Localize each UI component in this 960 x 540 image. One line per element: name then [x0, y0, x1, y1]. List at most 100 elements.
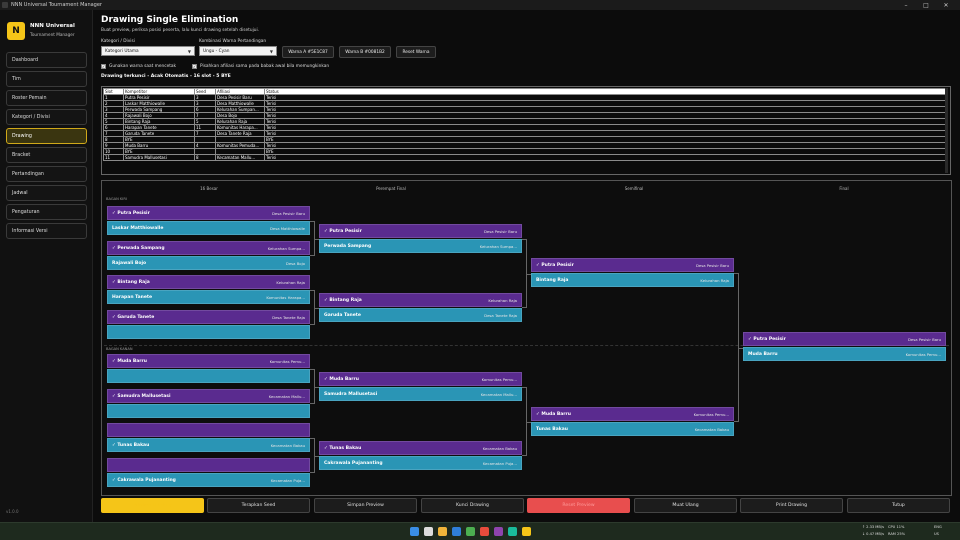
match-slot[interactable]	[107, 404, 310, 418]
app-icon-red[interactable]	[480, 527, 489, 536]
minimize-icon[interactable]: –	[896, 0, 916, 10]
match-slot[interactable]: ✓ Garuda Tanete Desa Tanete Raja	[107, 310, 310, 324]
match-slot[interactable]: ✓ Bintang Raja Kelurahan Raja	[319, 293, 522, 307]
match-slot[interactable]	[107, 458, 310, 472]
brand: N NNN Universal Tournament Manager	[7, 16, 91, 46]
competitor-name: Tunas Bakau	[536, 426, 568, 432]
match-slot[interactable]: Bintang Raja Kelurahan Raja	[531, 273, 734, 287]
match-slot[interactable]: Perwada Sampang Kelurahan Sumpa...	[319, 239, 522, 253]
match-slot[interactable]	[107, 325, 310, 339]
reset-preview-button[interactable]: Reset Preview	[527, 498, 630, 513]
print-color-checkbox[interactable]: ✓ Gunakan warna saat mencetak	[101, 64, 176, 69]
separate-affiliation-checkbox[interactable]: ✓ Pisahkan afiliasi sama pada babak awal…	[192, 64, 329, 69]
competitor-name: Garuda Tanete	[324, 312, 361, 318]
competitor-name: Rajawali Bojo	[112, 260, 147, 266]
nav-item-dashboard[interactable]: Dashboard	[6, 52, 87, 68]
match-slot[interactable]: Rajawali Bojo Desa Bojo	[107, 256, 310, 270]
match-slot[interactable]: Laskar Matthiowalle Desa Matthiowalle	[107, 221, 310, 235]
start-icon[interactable]	[410, 527, 419, 536]
match-slot[interactable]: Garuda Tanete Desa Tanete Raja	[319, 308, 522, 322]
match-slot[interactable]: ✓ Muda Barru Komunitas Pemu...	[107, 354, 310, 368]
table-cell: 11	[103, 154, 124, 161]
language-indicator[interactable]: ENG	[934, 525, 942, 529]
apply-seed-button[interactable]: Terapkan Seed	[207, 498, 310, 513]
nav-item-tim[interactable]: Tim	[6, 71, 87, 87]
table-body: 1 Putra Pesisir 3 Desa Pesisir Baru Terisi 2 L…	[103, 94, 946, 161]
close-icon[interactable]: ✕	[936, 0, 956, 10]
match-slot[interactable]: ✓ Tunas Bakau Kecamatan Bakau	[319, 441, 522, 455]
app-icon-purple[interactable]	[494, 527, 503, 536]
match-r16-7[interactable]: ✓ Tunas Bakau Kecamatan Bakau	[107, 423, 310, 453]
color-combo-select[interactable]: Ungu - Cyan ▼	[199, 46, 277, 56]
drawing-summary: Drawing terkunci - Acak Otomatis - 16 sl…	[101, 74, 231, 79]
match-slot[interactable]	[107, 423, 310, 437]
competitor-affiliation: Komunitas Pemu...	[481, 376, 517, 382]
nav-item-jadwal[interactable]: Jadwal	[6, 185, 87, 201]
competitor-name: ✓ Tunas Bakau	[324, 445, 362, 451]
language-region[interactable]: US	[934, 532, 939, 536]
preview-drawing-button[interactable]: Preview Drawing	[101, 498, 204, 513]
match-r16-8[interactable]: ✓ Cakrawala Pujananting Kecamatan Puja...	[107, 458, 310, 488]
nav-item-kategori[interactable]: Kategori / Divisi	[6, 109, 87, 125]
match-sf-1[interactable]: ✓ Putra Pesisir Desa Pesisir Baru Bintang …	[531, 258, 734, 288]
match-r16-6[interactable]: ✓ Samudra Mallusetasi Kecamatan Mallu...	[107, 389, 310, 419]
save-preview-button[interactable]: Simpan Preview	[314, 498, 417, 513]
match-slot[interactable]: ✓ Putra Pesisir Desa Pesisir Baru	[743, 332, 946, 346]
match-slot[interactable]: Harapan Tanete Komunitas Harapa...	[107, 290, 310, 304]
lock-drawing-button[interactable]: Kunci Drawing	[421, 498, 524, 513]
match-r16-4[interactable]: ✓ Garuda Tanete Desa Tanete Raja	[107, 310, 310, 340]
match-slot[interactable]: ✓ Tunas Bakau Kecamatan Bakau	[107, 438, 310, 452]
file-explorer-icon[interactable]	[438, 527, 447, 536]
category-select[interactable]: Kategori Utama ▼	[101, 46, 195, 56]
reload-button[interactable]: Muat Ulang	[634, 498, 737, 513]
match-slot[interactable]: Cakrawala Pujananting Kecamatan Puja...	[319, 456, 522, 470]
nav-item-pertandingan[interactable]: Pertandingan	[6, 166, 87, 182]
match-sf-2[interactable]: ✓ Muda Barru Komunitas Pemu... Tunas Bakau…	[531, 407, 734, 437]
match-final[interactable]: ✓ Putra Pesisir Desa Pesisir Baru Muda Bar…	[743, 332, 946, 362]
competitor-affiliation: Kecamatan Mallu...	[268, 393, 305, 399]
reset-color-button[interactable]: Reset Warna	[396, 46, 436, 58]
match-slot[interactable]: ✓ Cakrawala Pujananting Kecamatan Puja...	[107, 473, 310, 487]
match-slot[interactable]: ✓ Muda Barru Komunitas Pemu...	[319, 372, 522, 386]
table-scrollbar[interactable]	[945, 88, 948, 173]
search-icon[interactable]	[424, 527, 433, 536]
tournament-app-icon[interactable]	[522, 527, 531, 536]
nav-item-pengaturan[interactable]: Pengaturan	[6, 204, 87, 220]
match-qf-4[interactable]: ✓ Tunas Bakau Kecamatan Bakau Cakrawala Pu…	[319, 441, 522, 471]
close-button[interactable]: Tutup	[847, 498, 950, 513]
match-qf-3[interactable]: ✓ Muda Barru Komunitas Pemu... Samudra Mal…	[319, 372, 522, 402]
match-slot[interactable]: ✓ Putra Pesisir Desa Pesisir Baru	[531, 258, 734, 272]
print-drawing-button[interactable]: Print Drawing	[740, 498, 843, 513]
nav-item-drawing[interactable]: Drawing	[6, 128, 87, 144]
maximize-icon[interactable]: □	[916, 0, 936, 10]
match-slot[interactable]: ✓ Muda Barru Komunitas Pemu...	[531, 407, 734, 421]
color-b-button[interactable]: Warna B #0081B2	[339, 46, 391, 58]
match-qf-1[interactable]: ✓ Putra Pesisir Desa Pesisir Baru Perwada …	[319, 224, 522, 254]
round-label-sf: Semifinal	[624, 186, 644, 191]
app-icon-teal[interactable]	[508, 527, 517, 536]
match-r16-2[interactable]: ✓ Perwada Sampang Kelurahan Sumpa... Rajaw…	[107, 241, 310, 271]
match-r16-1[interactable]: ✓ Putra Pesisir Desa Pesisir Baru Laskar M…	[107, 206, 310, 236]
match-slot[interactable]: ✓ Putra Pesisir Desa Pesisir Baru	[107, 206, 310, 220]
match-qf-2[interactable]: ✓ Bintang Raja Kelurahan Raja Garuda Tanet…	[319, 293, 522, 323]
match-r16-3[interactable]: ✓ Bintang Raja Kelurahan Raja Harapan Tane…	[107, 275, 310, 305]
match-slot[interactable]: Samudra Mallusetasi Kecamatan Mallu...	[319, 387, 522, 401]
color-combo-value: Ungu - Cyan	[203, 48, 230, 54]
competitor-name: ✓ Muda Barru	[324, 376, 359, 382]
match-slot[interactable]: ✓ Putra Pesisir Desa Pesisir Baru	[319, 224, 522, 238]
nav-item-informasi-versi[interactable]: Informasi Versi	[6, 223, 87, 239]
color-a-button[interactable]: Warna A #5E1C87	[282, 46, 334, 58]
nav-item-roster[interactable]: Roster Pemain	[6, 90, 87, 106]
nav-item-bracket[interactable]: Bracket	[6, 147, 87, 163]
table-row[interactable]: 11 Samudra Mallusetasi 8 Kecamatan Mallu...…	[103, 154, 946, 161]
edge-icon[interactable]	[452, 527, 461, 536]
store-icon[interactable]	[466, 527, 475, 536]
match-r16-5[interactable]: ✓ Muda Barru Komunitas Pemu...	[107, 354, 310, 384]
match-slot[interactable]: ✓ Bintang Raja Kelurahan Raja	[107, 275, 310, 289]
section-left-label: BAGAN KIRI	[106, 197, 127, 201]
match-slot[interactable]	[107, 369, 310, 383]
match-slot[interactable]: Tunas Bakau Kecamatan Bakau	[531, 422, 734, 436]
match-slot[interactable]: ✓ Samudra Mallusetasi Kecamatan Mallu...	[107, 389, 310, 403]
match-slot[interactable]: Muda Barru Komunitas Pemu...	[743, 347, 946, 361]
match-slot[interactable]: ✓ Perwada Sampang Kelurahan Sumpa...	[107, 241, 310, 255]
